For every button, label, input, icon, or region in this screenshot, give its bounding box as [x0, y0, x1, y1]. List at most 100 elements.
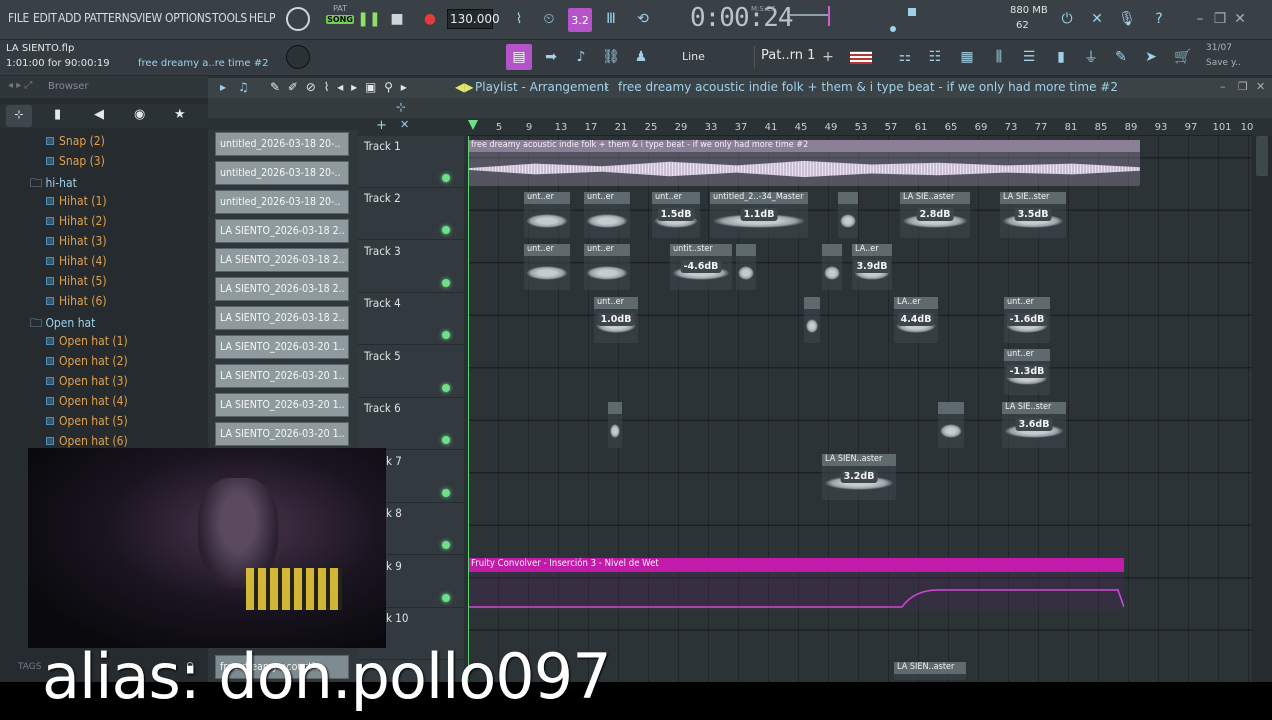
- playlist-minimize-icon[interactable]: –: [1220, 80, 1226, 93]
- browser-icon[interactable]: ☰: [1018, 46, 1040, 68]
- vertical-scrollbar[interactable]: [1252, 136, 1272, 682]
- audio-clip[interactable]: [804, 297, 820, 343]
- browser-nav-icon[interactable]: ◂ ▸ ⤢: [8, 80, 32, 91]
- song-time-display[interactable]: 0:00:24: [690, 3, 794, 33]
- playlist-menu-arrow-icon[interactable]: ▸: [220, 80, 226, 94]
- minimize-icon[interactable]: –: [1192, 8, 1208, 30]
- track-header[interactable]: Track 1: [358, 136, 464, 188]
- picker-clip[interactable]: LA SIENTO_2026-03-20 1..: [215, 364, 349, 388]
- track-mute-led[interactable]: [442, 594, 450, 602]
- audio-clip[interactable]: unt..er: [584, 244, 630, 290]
- mixer-icon[interactable]: ⚏: [894, 46, 916, 68]
- cart-icon[interactable]: 🛒: [1172, 46, 1194, 68]
- menu-file[interactable]: FILE: [8, 11, 29, 25]
- zoom-icon[interactable]: ⊹: [396, 100, 406, 114]
- browser-item[interactable]: Open hat (1): [46, 334, 128, 348]
- add-pattern-icon[interactable]: +: [820, 46, 836, 68]
- track-header[interactable]: Track 4: [358, 293, 464, 345]
- browser-item[interactable]: Hihat (2): [46, 214, 107, 228]
- picker-clip[interactable]: LA SIENTO_2026-03-20 1..: [215, 335, 349, 359]
- news-label[interactable]: Save y..: [1206, 58, 1241, 68]
- playlist-song-name[interactable]: free dreamy acoustic indie folk + them &…: [618, 80, 1118, 94]
- audio-clip[interactable]: [938, 402, 964, 448]
- wait-input-icon[interactable]: ⏲: [538, 8, 560, 30]
- audio-clip[interactable]: free dreamy acoustic indie folk + them &…: [468, 140, 1140, 186]
- browser-item[interactable]: Hihat (4): [46, 254, 107, 268]
- close-icon[interactable]: ✕: [1232, 8, 1248, 30]
- send-icon[interactable]: ➤: [1140, 46, 1162, 68]
- plug-icon[interactable]: ⏚: [1080, 46, 1102, 68]
- pause-icon[interactable]: ❚❚: [357, 8, 380, 30]
- audio-clip[interactable]: LA SIEN..aster 3.2dB: [822, 454, 896, 500]
- play-selection-icon[interactable]: ◀▶: [455, 80, 473, 94]
- audio-clip[interactable]: unt..er -1.3dB: [1004, 349, 1050, 395]
- browser-folder[interactable]: 🗀 hi-hat: [30, 174, 77, 195]
- playhead-marker-icon[interactable]: [468, 120, 478, 130]
- audio-clip[interactable]: LA SIE..ster 3.6dB: [1002, 402, 1066, 448]
- audio-clip[interactable]: untitled_2..-34_Master 1.1dB: [710, 192, 808, 238]
- browser-item[interactable]: Hihat (6): [46, 294, 107, 308]
- browser-item[interactable]: Open hat (5): [46, 414, 128, 428]
- countdown-icon[interactable]: 3.2: [568, 8, 592, 32]
- menu-add[interactable]: ADD: [58, 11, 81, 25]
- track-mute-led[interactable]: [442, 226, 450, 234]
- track-header[interactable]: Track 3: [358, 241, 464, 293]
- snap-selector[interactable]: Line: [660, 46, 736, 68]
- picker-clip[interactable]: LA SIENTO_2026-03-18 2..: [215, 248, 349, 272]
- track-header[interactable]: Track 6: [358, 398, 464, 450]
- browser-folder[interactable]: 🗀 Open hat: [30, 314, 95, 335]
- power-icon[interactable]: ⏻: [1056, 8, 1078, 30]
- audio-clip[interactable]: untit..ster -4.6dB: [670, 244, 732, 290]
- picker-clip[interactable]: untitled_2026-03-18 20-..: [215, 161, 349, 185]
- playlist-close-icon[interactable]: ✕: [1256, 80, 1265, 93]
- track-mute-led[interactable]: [442, 174, 450, 182]
- picker-clip[interactable]: LA SIENTO_2026-03-18 2..: [215, 277, 349, 301]
- audio-clip[interactable]: [838, 192, 858, 238]
- audio-clip[interactable]: unt..er: [584, 192, 630, 238]
- remove-track-icon[interactable]: ✕: [400, 118, 409, 131]
- audio-clip[interactable]: unt..er 1.0dB: [594, 297, 638, 343]
- picker-clip[interactable]: LA SIENTO_2026-03-18 2..: [215, 306, 349, 330]
- browser-item[interactable]: Open hat (6): [46, 434, 128, 448]
- plugin-filter-icon[interactable]: ◉: [134, 107, 145, 122]
- track-mute-led[interactable]: [442, 279, 450, 287]
- file-icon[interactable]: ▮: [1050, 46, 1072, 68]
- track-mute-led[interactable]: [442, 541, 450, 549]
- channel-rack-icon[interactable]: ☷: [924, 46, 946, 68]
- timeline-ruler[interactable]: 5 9 13 17 21 25 29 33 37 41 45 49 53 57 …: [468, 118, 1253, 136]
- automation-clip[interactable]: Fruity Convolver - Inserción 3 - Nivel d…: [468, 558, 1124, 610]
- picker-clip[interactable]: LA SIENTO_2026-03-20 1..: [215, 422, 349, 446]
- tools-icon[interactable]: ✕: [1086, 8, 1108, 30]
- audio-clip[interactable]: [608, 402, 622, 448]
- master-pitch-knob[interactable]: [286, 45, 310, 69]
- playlist-grid[interactable]: free dreamy acoustic indie folk + them &…: [468, 136, 1252, 682]
- picker-clip[interactable]: untitled_2026-03-18 20-..: [215, 190, 349, 214]
- browser-item[interactable]: Hihat (3): [46, 234, 107, 248]
- all-filter-icon[interactable]: ⊹: [6, 105, 32, 127]
- pattern-selector[interactable]: Pat..rn 1: [754, 46, 826, 68]
- browser-item[interactable]: Hihat (5): [46, 274, 107, 288]
- picker-clip[interactable]: untitled_2026-03-18 20-..: [215, 132, 349, 156]
- sliders-icon[interactable]: ⫼: [988, 46, 1010, 68]
- blend-notes-icon[interactable]: Ⅲ: [600, 8, 622, 30]
- tempo-display[interactable]: 130.000: [447, 9, 500, 29]
- browser-item[interactable]: Hihat (1): [46, 194, 107, 208]
- picker-clip[interactable]: LA SIENTO_2026-03-18 2..: [215, 219, 349, 243]
- playlist-icon[interactable]: ▤: [506, 44, 532, 70]
- menu-view[interactable]: VIEW: [135, 11, 162, 25]
- track-mute-led[interactable]: [442, 436, 450, 444]
- loop-record-icon[interactable]: ⟲: [632, 8, 654, 30]
- track-mute-led[interactable]: [442, 489, 450, 497]
- stop-icon[interactable]: ■: [388, 8, 406, 30]
- menu-options[interactable]: OPTIONS: [165, 11, 211, 25]
- speaker-filter-icon[interactable]: ◀: [94, 107, 104, 122]
- audio-clip[interactable]: LA SIE..ster 3.5dB: [1000, 192, 1066, 238]
- record-icon[interactable]: ●: [420, 8, 440, 30]
- browser-item[interactable]: Open hat (3): [46, 374, 128, 388]
- step-sequencer-icon[interactable]: ➡: [540, 46, 562, 68]
- audio-clip[interactable]: unt..er: [524, 244, 570, 290]
- audio-clip[interactable]: [736, 244, 756, 290]
- audio-clip[interactable]: unt..er -1.6dB: [1004, 297, 1050, 343]
- files-filter-icon[interactable]: ▮: [54, 107, 61, 122]
- audio-clip[interactable]: unt..er 1.5dB: [652, 192, 700, 238]
